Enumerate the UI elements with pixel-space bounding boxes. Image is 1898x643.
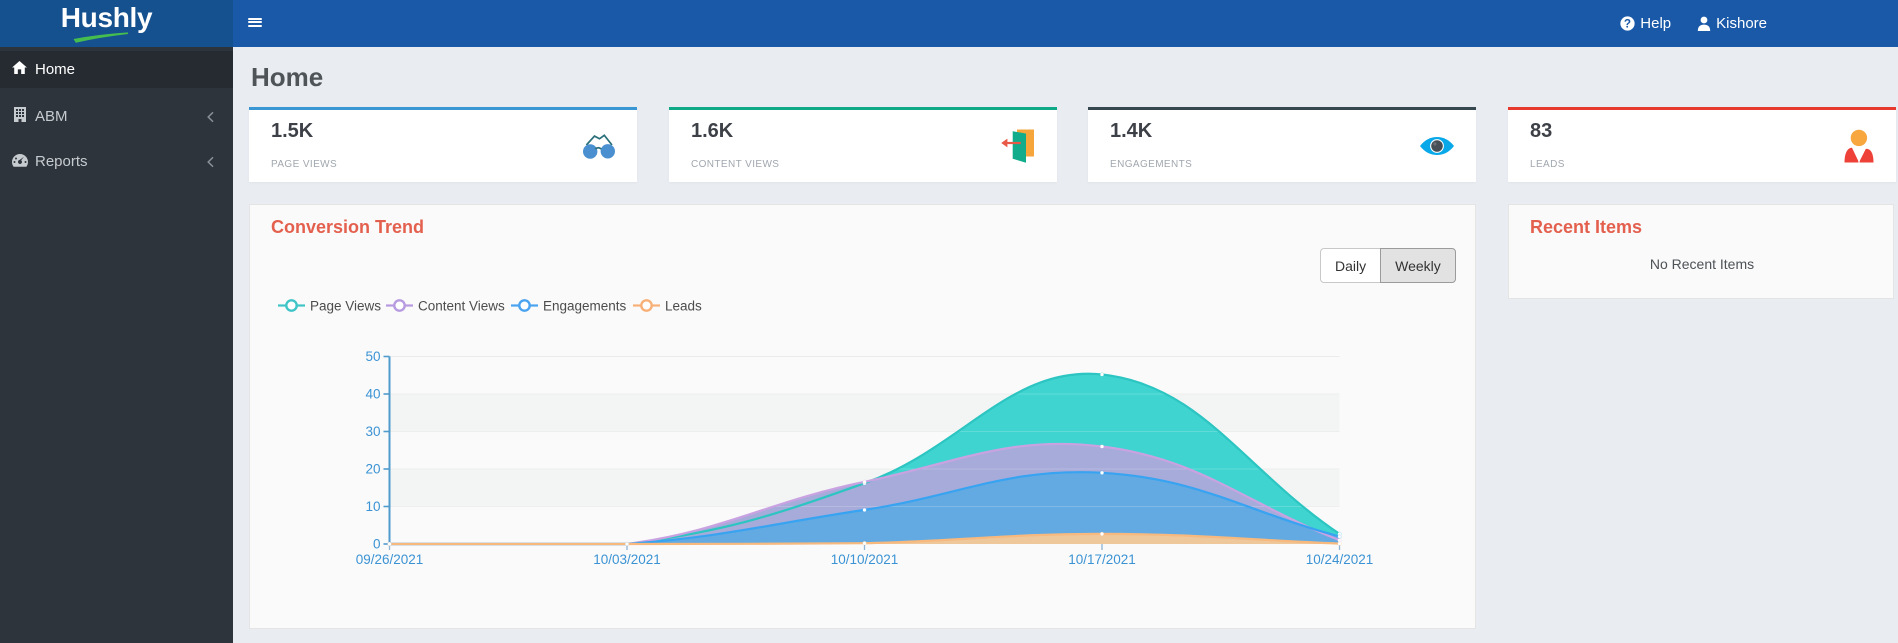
svg-text:Engagements: Engagements (543, 299, 627, 314)
svg-text:30: 30 (365, 424, 380, 439)
svg-text:Page Views: Page Views (310, 299, 381, 314)
svg-text:Leads: Leads (665, 299, 702, 314)
svg-text:10/10/2021: 10/10/2021 (831, 552, 899, 567)
svg-text:10/24/2021: 10/24/2021 (1306, 552, 1374, 567)
svg-text:0: 0 (373, 537, 381, 552)
svg-text:09/26/2021: 09/26/2021 (356, 552, 424, 567)
svg-text:Content Views: Content Views (418, 299, 505, 314)
svg-text:10: 10 (365, 499, 380, 514)
svg-text:10/03/2021: 10/03/2021 (593, 552, 661, 567)
svg-text:50: 50 (365, 349, 380, 364)
svg-text:10/17/2021: 10/17/2021 (1068, 552, 1136, 567)
svg-text:40: 40 (365, 387, 380, 402)
svg-text:20: 20 (365, 462, 380, 477)
svg-text:?: ? (1624, 17, 1631, 30)
